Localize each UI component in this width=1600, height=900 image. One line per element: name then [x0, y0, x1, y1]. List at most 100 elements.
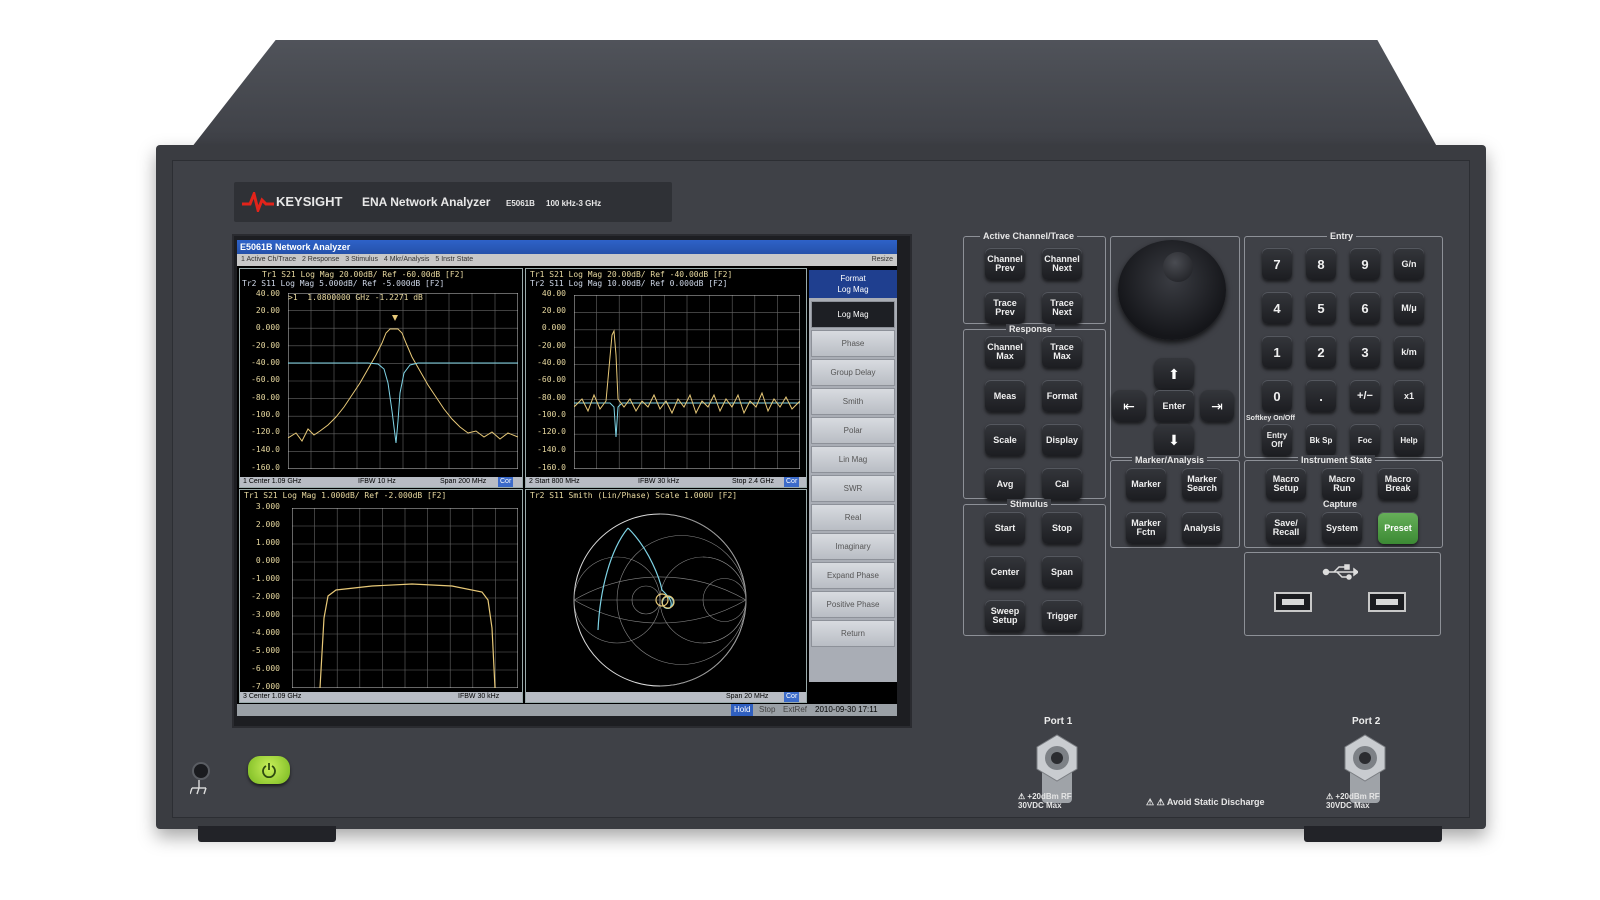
focus-button[interactable]: Foc — [1350, 424, 1380, 456]
softkey-real[interactable]: Real — [811, 504, 895, 531]
sweep-setup-button[interactable]: Sweep Setup — [985, 600, 1025, 632]
softkey-imaginary[interactable]: Imaginary — [811, 533, 895, 560]
softkey-group-delay[interactable]: Group Delay — [811, 359, 895, 386]
power-button[interactable] — [248, 756, 290, 784]
menu-item[interactable]: 3 Stimulus — [345, 254, 378, 266]
digit-4-button[interactable]: 4 — [1262, 292, 1292, 324]
softkey-polar[interactable]: Polar — [811, 417, 895, 444]
trigger-button[interactable]: Trigger — [1042, 600, 1082, 632]
trace-prev-button[interactable]: Trace Prev — [985, 292, 1025, 324]
plus-minus-button[interactable]: +/− — [1350, 380, 1380, 412]
channel-prev-button[interactable]: Channel Prev — [985, 248, 1025, 280]
trace-window-2[interactable]: Tr1 S21 Log Mag 20.00dB/ Ref -40.00dB [F… — [525, 268, 807, 488]
macro-run-button[interactable]: Macro Run — [1322, 468, 1362, 500]
analysis-button[interactable]: Analysis — [1182, 512, 1222, 544]
format-button[interactable]: Format — [1042, 380, 1082, 412]
menu-item[interactable]: 2 Response — [302, 254, 339, 266]
kilo-milli-button[interactable]: k/m — [1394, 336, 1424, 368]
macro-setup-button[interactable]: Macro Setup — [1266, 468, 1306, 500]
softkey-log-mag[interactable]: Log Mag — [811, 301, 895, 328]
mega-micro-button[interactable]: M/μ — [1394, 292, 1424, 324]
y-tick: 0.000 — [255, 323, 280, 332]
scale-button[interactable]: Scale — [985, 424, 1025, 456]
softkey-return[interactable]: Return — [811, 620, 895, 647]
x1-button[interactable]: x1 — [1394, 380, 1424, 412]
softkey-swr[interactable]: SWR — [811, 475, 895, 502]
y-tick: -2.000 — [251, 592, 280, 601]
left-arrow-button[interactable]: ⇤ — [1112, 390, 1146, 422]
digit-9-button[interactable]: 9 — [1350, 248, 1380, 280]
capture-label: Capture — [1323, 499, 1358, 509]
start-button[interactable]: Start — [985, 512, 1025, 544]
y-tick: -4.000 — [251, 628, 280, 637]
digit-6-button[interactable]: 6 — [1350, 292, 1380, 324]
softkey-lin-mag[interactable]: Lin Mag — [811, 446, 895, 473]
softkey-title[interactable]: Format Log Mag — [809, 270, 897, 298]
digit-3-button[interactable]: 3 — [1350, 336, 1380, 368]
menu-item[interactable]: 5 Instr State — [435, 254, 473, 266]
footer-right: Stop 2.4 GHz — [732, 478, 775, 485]
group-label: Marker/Analysis — [1132, 455, 1208, 465]
enter-button[interactable]: Enter — [1154, 390, 1194, 422]
avg-button[interactable]: Avg — [985, 468, 1025, 500]
footer-left: 2 Start 800 MHz — [529, 478, 580, 485]
softkey-phase[interactable]: Phase — [811, 330, 895, 357]
decimal-button[interactable]: . — [1306, 380, 1336, 412]
channel-next-button[interactable]: Channel Next — [1042, 248, 1082, 280]
softkey-smith[interactable]: Smith — [811, 388, 895, 415]
menu-item[interactable]: 4 Mkr/Analysis — [384, 254, 430, 266]
softkey-positive-phase[interactable]: Positive Phase — [811, 591, 895, 618]
entry-off-button[interactable]: Entry Off — [1262, 424, 1292, 456]
right-arrow-button[interactable]: ⇥ — [1200, 390, 1234, 422]
usb-port-1[interactable] — [1274, 592, 1312, 612]
menu-item[interactable]: 1 Active Ch/Trace — [241, 254, 296, 266]
help-button[interactable]: Help — [1394, 424, 1424, 456]
trace-max-button[interactable]: Trace Max — [1042, 336, 1082, 368]
digit-0-button[interactable]: 0 — [1262, 380, 1292, 412]
group-label: Stimulus — [1007, 499, 1052, 509]
chassis-top — [188, 40, 1440, 152]
smith-chart — [573, 513, 747, 687]
ground-icon — [190, 780, 207, 795]
footer-mid: IFBW 30 kHz — [638, 478, 680, 485]
digit-2-button[interactable]: 2 — [1306, 336, 1336, 368]
up-arrow-button[interactable]: ⬆ — [1154, 358, 1194, 390]
trace-window-3[interactable]: Tr1 S21 Log Mag 1.000dB/ Ref -2.000dB [F… — [239, 489, 523, 703]
channel-max-button[interactable]: Channel Max — [985, 336, 1025, 368]
down-arrow-button[interactable]: ⬇ — [1154, 424, 1194, 456]
y-tick: -80.00 — [251, 393, 280, 402]
resize-button[interactable]: Resize — [872, 254, 893, 266]
y-tick: 0.000 — [541, 323, 566, 332]
trace-window-1[interactable]: Tr1 S21 Log Mag 20.00dB/ Ref -60.00dB [F… — [239, 268, 523, 488]
preset-button[interactable]: Preset — [1378, 512, 1418, 544]
display-button[interactable]: Display — [1042, 424, 1082, 456]
y-tick: -40.00 — [251, 358, 280, 367]
digit-1-button[interactable]: 1 — [1262, 336, 1292, 368]
softkey-title-label: Format — [840, 274, 866, 283]
group-label: Instrument State — [1298, 455, 1376, 465]
giga-nano-button[interactable]: G/n — [1394, 248, 1424, 280]
keysight-logo-icon — [242, 192, 274, 212]
span-button[interactable]: Span — [1042, 556, 1082, 588]
stop-button[interactable]: Stop — [1042, 512, 1082, 544]
trace-window-4[interactable]: Tr2 S11 Smith (Lin/Phase) Scale 1.000U [… — [458, 489, 807, 703]
digit-8-button[interactable]: 8 — [1306, 248, 1336, 280]
marker-button[interactable]: Marker — [1126, 468, 1166, 500]
softkey-expand-phase[interactable]: Expand Phase — [811, 562, 895, 589]
marker-search-button[interactable]: Marker Search — [1182, 468, 1222, 500]
model-number: E5061B — [506, 199, 535, 208]
center-button[interactable]: Center — [985, 556, 1025, 588]
display-screen[interactable]: E5061B Network Analyzer 1 Active Ch/Trac… — [237, 240, 897, 716]
usb-port-2[interactable] — [1368, 592, 1406, 612]
cal-button[interactable]: Cal — [1042, 468, 1082, 500]
system-button[interactable]: System — [1322, 512, 1362, 544]
ground-terminal[interactable] — [192, 762, 210, 780]
backspace-button[interactable]: Bk Sp — [1306, 424, 1336, 456]
save-recall-button[interactable]: Save/ Recall — [1266, 512, 1306, 544]
meas-button[interactable]: Meas — [985, 380, 1025, 412]
trace-next-button[interactable]: Trace Next — [1042, 292, 1082, 324]
marker-fctn-button[interactable]: Marker Fctn — [1126, 512, 1166, 544]
digit-7-button[interactable]: 7 — [1262, 248, 1292, 280]
macro-break-button[interactable]: Macro Break — [1378, 468, 1418, 500]
digit-5-button[interactable]: 5 — [1306, 292, 1336, 324]
